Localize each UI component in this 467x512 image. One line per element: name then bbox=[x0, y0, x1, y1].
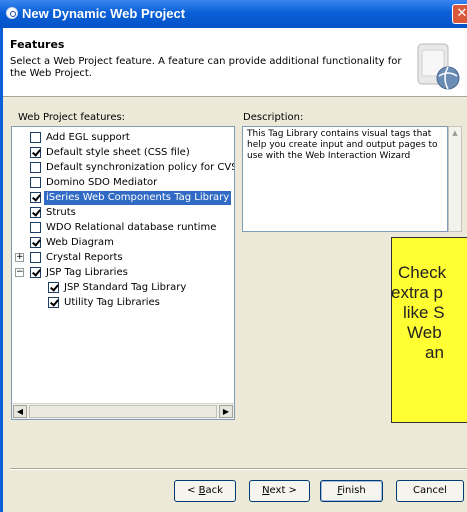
annotation-callout: Check extra p like S Web an bbox=[391, 237, 467, 423]
callout-line: like S bbox=[403, 303, 445, 322]
next-button[interactable]: Next > bbox=[249, 480, 310, 502]
callout-line: extra p bbox=[391, 283, 443, 302]
description-label: Description: bbox=[243, 112, 304, 123]
feature-checkbox[interactable] bbox=[30, 267, 41, 278]
feature-checkbox[interactable] bbox=[30, 162, 41, 173]
feature-checkbox[interactable] bbox=[30, 237, 41, 248]
scroll-left-button[interactable]: ◀ bbox=[13, 405, 27, 418]
feature-label: Web Diagram bbox=[46, 237, 114, 248]
title-bar[interactable]: New Dynamic Web Project ✕ bbox=[0, 0, 467, 28]
feature-label: WDO Relational database runtime bbox=[46, 222, 217, 233]
feature-label: Add EGL support bbox=[46, 132, 130, 143]
page-description: Select a Web Project feature. A feature … bbox=[10, 56, 402, 79]
features-tree[interactable]: Add EGL support Default style sheet (CSS … bbox=[11, 126, 235, 420]
feature-checkbox[interactable] bbox=[30, 222, 41, 233]
callout-line: Web bbox=[407, 323, 442, 342]
feature-checkbox[interactable] bbox=[30, 147, 41, 158]
scroll-up-button[interactable]: ▲ bbox=[450, 128, 460, 139]
finish-rest: inish bbox=[342, 485, 366, 496]
feature-checkbox[interactable] bbox=[30, 177, 41, 188]
feature-label: JSP Tag Libraries bbox=[46, 267, 128, 278]
description-text: This Tag Library contains visual tags th… bbox=[242, 126, 448, 232]
callout-line: an bbox=[425, 343, 444, 362]
feature-label: Default style sheet (CSS file) bbox=[46, 147, 190, 158]
scroll-right-button[interactable]: ▶ bbox=[219, 405, 233, 418]
wizard-header: Features Select a Web Project feature. A… bbox=[0, 28, 467, 97]
feature-label: iSeries Web Components Tag Library bbox=[44, 191, 232, 205]
feature-label: Domino SDO Mediator bbox=[46, 177, 158, 188]
expand-icon[interactable]: + bbox=[15, 253, 24, 262]
feature-label: Struts bbox=[46, 207, 76, 218]
feature-checkbox[interactable] bbox=[30, 207, 41, 218]
feature-checkbox[interactable] bbox=[30, 132, 41, 143]
cancel-button[interactable]: Cancel bbox=[396, 480, 464, 502]
scroll-thumb[interactable] bbox=[29, 405, 217, 418]
next-mnemonic: N bbox=[262, 485, 270, 496]
feature-checkbox[interactable] bbox=[48, 282, 59, 293]
next-rest: ext > bbox=[269, 485, 297, 496]
finish-button[interactable]: Finish bbox=[320, 480, 383, 502]
horizontal-scrollbar[interactable]: ◀ ▶ bbox=[12, 403, 234, 419]
back-button[interactable]: < Back bbox=[174, 480, 236, 502]
close-button[interactable]: ✕ bbox=[452, 4, 467, 24]
callout-line: Check bbox=[398, 263, 447, 282]
window-left-border bbox=[0, 28, 3, 512]
features-label: Web Project features: bbox=[18, 112, 126, 123]
feature-label: Crystal Reports bbox=[46, 252, 123, 263]
page-title: Features bbox=[10, 38, 65, 51]
button-bar-separator bbox=[10, 468, 467, 470]
feature-checkbox[interactable] bbox=[48, 297, 59, 308]
web-project-wizard-icon bbox=[417, 43, 460, 90]
description-scrollbar[interactable]: ▲ bbox=[448, 126, 462, 232]
eclipse-icon bbox=[6, 7, 18, 19]
feature-checkbox[interactable] bbox=[30, 252, 41, 263]
window-title: New Dynamic Web Project bbox=[22, 6, 186, 21]
feature-checkbox[interactable] bbox=[30, 192, 41, 203]
back-mnemonic: B bbox=[198, 485, 206, 496]
back-prefix: < bbox=[187, 485, 199, 496]
feature-label: Default synchronization policy for CVS r… bbox=[46, 162, 235, 173]
collapse-icon[interactable]: − bbox=[15, 268, 24, 277]
feature-label: JSP Standard Tag Library bbox=[64, 282, 187, 293]
feature-label: Utility Tag Libraries bbox=[64, 297, 160, 308]
back-rest: ack bbox=[205, 485, 223, 496]
